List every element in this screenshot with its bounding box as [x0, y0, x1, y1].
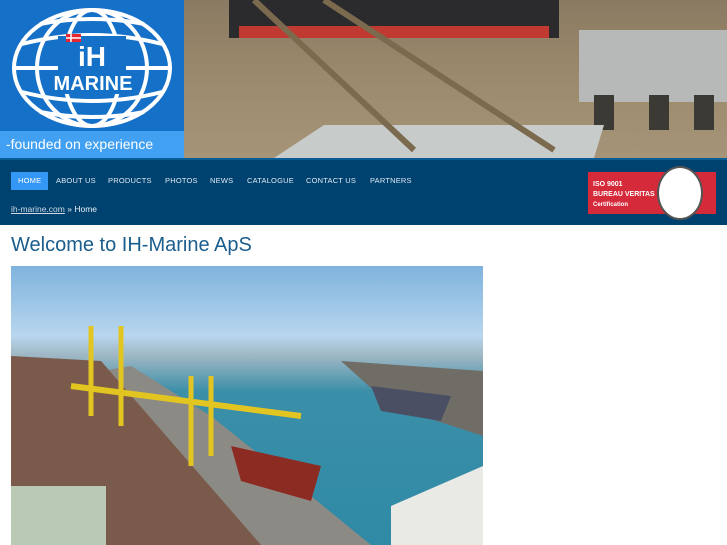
- logo[interactable]: iH MARINE -founded on experience: [0, 0, 184, 158]
- nav-about-us[interactable]: ABOUT US: [49, 172, 103, 190]
- cert-line3: Certification: [593, 202, 629, 208]
- nav-home[interactable]: HOME: [11, 172, 49, 190]
- nav-catalogue[interactable]: CATALOGUE: [240, 172, 301, 190]
- breadcrumb: ih-marine.com » Home: [11, 204, 97, 214]
- iso-certification-badge: ISO 9001 BUREAU VERITAS Certification: [588, 166, 716, 220]
- tagline: -founded on experience: [0, 131, 184, 158]
- cert-line2: BUREAU VERITAS: [593, 191, 655, 198]
- cert-line1: ISO 9001: [593, 181, 623, 188]
- nav-bar: HOME ABOUT US PRODUCTS PHOTOS NEWS CATAL…: [0, 158, 727, 225]
- bureau-veritas-seal-icon: [657, 166, 703, 220]
- header: iH MARINE -founded on experience: [0, 0, 727, 158]
- breadcrumb-home-link[interactable]: ih-marine.com: [11, 204, 65, 214]
- nav-partners[interactable]: PARTNERS: [363, 172, 419, 190]
- logo-text-marine: MARINE: [54, 73, 133, 95]
- nav-contact-us[interactable]: CONTACT US: [299, 172, 363, 190]
- globe-logo-icon: iH MARINE: [12, 8, 172, 128]
- ship-banner-drawing: [229, 0, 727, 158]
- logo-text-ih: iH: [78, 41, 106, 72]
- nav-products[interactable]: PRODUCTS: [101, 172, 159, 190]
- nav-photos[interactable]: PHOTOS: [158, 172, 205, 190]
- cert-text: ISO 9001 BUREAU VERITAS Certification: [593, 180, 655, 210]
- breadcrumb-current: Home: [74, 204, 98, 214]
- ship-banner-image: [184, 0, 727, 158]
- harbour-photo-drawing: [11, 326, 483, 545]
- breadcrumb-separator: »: [67, 204, 72, 214]
- nav-news[interactable]: NEWS: [203, 172, 240, 190]
- harbour-photo: [11, 266, 483, 545]
- page-title: Welcome to IH-Marine ApS: [11, 234, 252, 256]
